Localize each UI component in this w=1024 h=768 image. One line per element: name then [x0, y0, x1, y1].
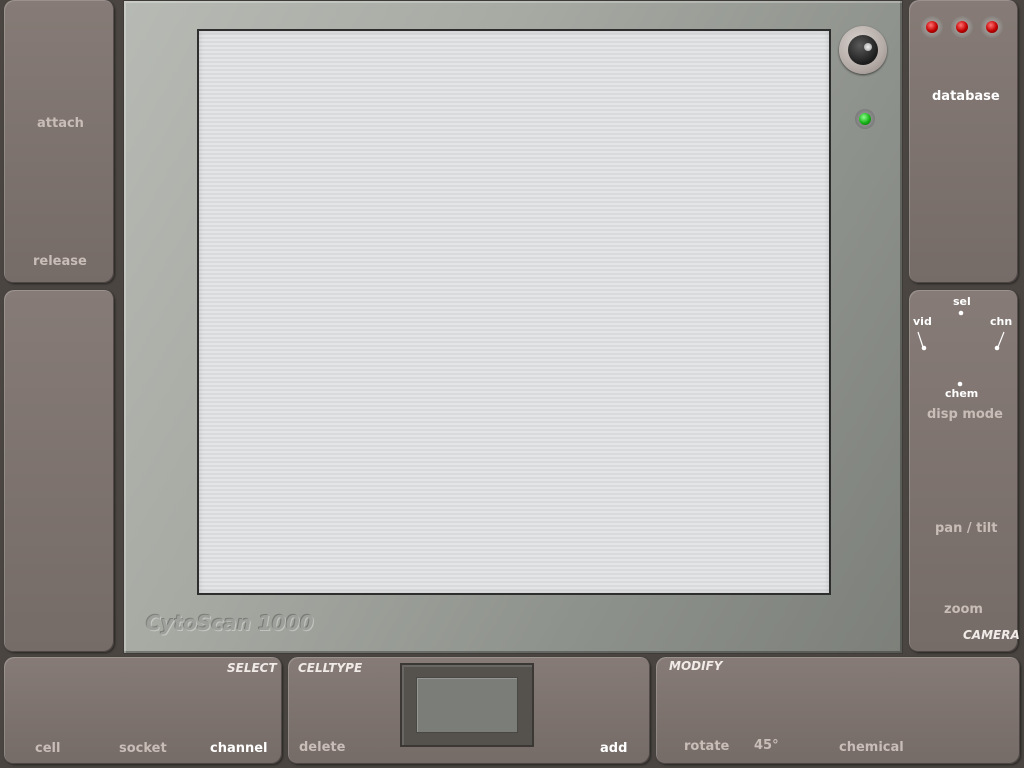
release-button[interactable]: release: [33, 254, 87, 269]
red-indicator-light-1: [921, 16, 943, 38]
left-top-panel: attach release: [4, 0, 114, 283]
modify-section-title: MODIFY: [669, 659, 723, 673]
dial-label-chn[interactable]: chn: [990, 315, 1012, 328]
rotate-button[interactable]: rotate: [684, 739, 729, 754]
select-channel-button[interactable]: channel: [210, 741, 268, 756]
modify-panel: MODIFY rotate 45° chemical: [656, 657, 1020, 764]
dial-dot-vid: [921, 345, 927, 351]
dial-label-vid[interactable]: vid: [913, 315, 932, 328]
attach-button[interactable]: attach: [37, 116, 84, 131]
delete-button[interactable]: delete: [299, 740, 345, 755]
rotate-angle-value[interactable]: 45°: [754, 738, 779, 753]
database-panel: database: [909, 0, 1018, 283]
dial-dot-chn: [994, 345, 1000, 351]
celltype-section-title: CELLTYPE: [298, 661, 363, 675]
dial-dot-sel: [958, 310, 964, 316]
add-button[interactable]: add: [600, 741, 627, 756]
disp-mode-label: disp mode: [927, 407, 1003, 422]
select-section-title: SELECT: [227, 661, 277, 675]
database-button[interactable]: database: [932, 89, 1000, 104]
monitor-knob[interactable]: [839, 26, 887, 74]
celltype-preview-slot[interactable]: [400, 663, 534, 747]
pan-tilt-button[interactable]: pan / tilt: [935, 521, 997, 536]
celltype-preview-window: [416, 677, 518, 733]
monitor-frame: CytoScan 1000: [123, 0, 903, 654]
red-indicator-light-3: [981, 16, 1003, 38]
left-bottom-panel: [4, 290, 114, 652]
knob-indicator-dot: [864, 43, 872, 51]
power-indicator-light: [855, 109, 875, 129]
chemical-button[interactable]: chemical: [839, 740, 904, 755]
select-panel: SELECT cell socket channel: [4, 657, 282, 764]
red-indicator-light-2: [951, 16, 973, 38]
dial-dot-chem: [957, 381, 963, 387]
zoom-button[interactable]: zoom: [944, 602, 983, 617]
camera-panel: sel vid chn chem disp mode pan / tilt zo…: [909, 290, 1020, 652]
select-cell-button[interactable]: cell: [35, 741, 60, 756]
dial-label-chem[interactable]: chem: [945, 387, 978, 400]
camera-section-title: CAMERA: [963, 628, 1020, 642]
knob-center: [848, 35, 878, 65]
dial-label-sel[interactable]: sel: [953, 295, 971, 308]
select-socket-button[interactable]: socket: [119, 741, 167, 756]
dial-tick-chn: [997, 331, 1005, 348]
brand-logo: CytoScan 1000: [146, 611, 314, 635]
display-screen[interactable]: [197, 29, 831, 595]
dial-tick-vid: [917, 331, 924, 348]
